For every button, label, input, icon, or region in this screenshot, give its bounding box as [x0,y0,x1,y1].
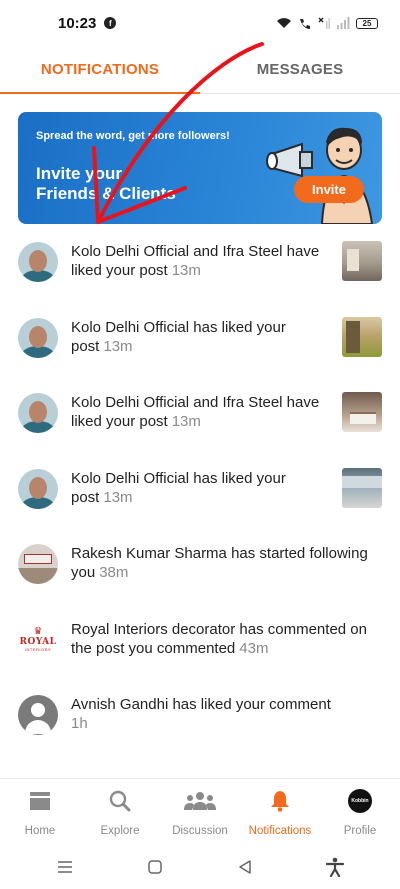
notification-item[interactable]: ♛ ROYAL INTERIORS Royal Interiors decora… [0,614,400,690]
wifi-icon [277,18,291,28]
person-avatar[interactable] [18,393,58,433]
status-bar: 10:23 f 25 [0,0,400,46]
notification-time: 13m [103,337,133,355]
home-icon [29,789,51,813]
bottom-nav: Home Explore Discussion Notifications Ko… [0,778,400,840]
tab-bar: NOTIFICATIONS MESSAGES [0,46,400,94]
nav-profile[interactable]: Kobbin Profile [320,779,400,840]
notification-time: 43m [239,639,269,657]
person-avatar[interactable] [18,317,58,358]
crown-icon: ♛ [33,626,43,637]
notification-message: Royal Interiors decorator has commented … [71,620,367,657]
banner-headline-line2: Friends & Clients [36,184,176,203]
status-icons: 25 [276,17,378,29]
shop-avatar[interactable] [18,544,58,584]
notification-text: Royal Interiors decorator has commented … [58,614,382,658]
notification-item[interactable]: Kolo Delhi Official has liked your post 1… [0,312,400,388]
invite-banner[interactable]: Spread the word, get more followers! Inv… [18,112,382,224]
default-user-avatar[interactable] [18,695,58,735]
notification-item[interactable]: Kolo Delhi Official has liked your post 1… [0,463,400,539]
accessibility-icon [326,857,344,877]
nav-explore-label: Explore [100,825,140,837]
notification-time: 13m [171,413,201,430]
notification-text: Avnish Gandhi has liked your comment 1h [58,689,382,733]
royal-logo-avatar[interactable]: ♛ ROYAL INTERIORS [18,619,58,660]
nav-home-label: Home [24,825,56,837]
notification-item[interactable]: Avnish Gandhi has liked your comment 1h [0,689,400,765]
nav-notifications[interactable]: Notifications [240,779,320,840]
notification-time: 13m [103,488,133,506]
nav-explore[interactable]: Explore [80,779,160,840]
signal-off-icon [318,17,330,29]
living-room-post-thumbnail[interactable] [342,467,382,508]
recent-apps-button[interactable] [45,852,85,882]
person-avatar[interactable] [18,468,58,509]
system-nav-bar [0,844,400,889]
wifi-calling-icon [300,19,310,29]
notification-time: 38m [99,564,129,581]
royal-logo-subtext: INTERIORS [24,647,52,652]
notification-text: Kolo Delhi Official and Ifra Steel have … [58,387,342,431]
facebook-notification-icon: f [104,17,117,29]
status-time: 10:23 [58,14,97,32]
banner-headline-line1: Invite your [36,164,122,183]
notification-text: Kolo Delhi Official has liked your post 1… [58,463,342,507]
notification-text: Kolo Delhi Official and Ifra Steel have … [58,236,342,280]
nav-discussion-label: Discussion [172,825,228,837]
person-avatar[interactable] [18,242,58,282]
notification-item[interactable]: Kolo Delhi Official and Ifra Steel have … [0,387,400,463]
interior-post-thumbnail[interactable] [342,241,382,281]
nav-home[interactable]: Home [0,779,80,840]
notification-item[interactable]: Kolo Delhi Official and Ifra Steel have … [0,236,400,312]
notification-item[interactable]: Rakesh Kumar Sharma has started followin… [0,538,400,614]
tab-messages[interactable]: MESSAGES [200,46,400,93]
people-icon [184,789,216,813]
nav-profile-label: Profile [343,825,377,837]
royal-logo-text: ROYAL [19,637,57,647]
notification-message: Avnish Gandhi has liked your comment [71,696,331,713]
nav-notifications-label: Notifications [248,825,312,837]
bedroom-post-thumbnail[interactable] [342,392,382,432]
accessibility-button[interactable] [315,852,355,882]
invite-button[interactable]: Invite [294,176,364,203]
bell-icon [270,789,290,813]
search-icon [109,789,131,813]
megaphone-man-illustration [266,127,374,224]
interior-post-thumbnail[interactable] [342,316,382,357]
notification-text: Kolo Delhi Official has liked your post 1… [58,312,342,356]
tab-notifications[interactable]: NOTIFICATIONS [0,46,200,94]
signal-icon [337,17,350,29]
notification-time: 1h [71,715,88,732]
home-system-button[interactable] [135,852,175,882]
square-icon [148,859,162,874]
notification-time: 13m [171,262,201,279]
menu-icon [58,860,72,873]
notification-list: Kolo Delhi Official and Ifra Steel have … [0,236,400,765]
battery-icon: 25 [356,17,378,29]
nav-discussion[interactable]: Discussion [160,779,240,840]
back-button[interactable] [225,852,265,882]
back-triangle-icon [239,859,251,874]
notification-text: Rakesh Kumar Sharma has started followin… [58,538,382,582]
banner-tagline: Spread the word, get more followers! [36,130,230,142]
profile-avatar-icon: Kobbin [348,789,372,813]
banner-headline: Invite your Friends & Clients [36,164,216,204]
